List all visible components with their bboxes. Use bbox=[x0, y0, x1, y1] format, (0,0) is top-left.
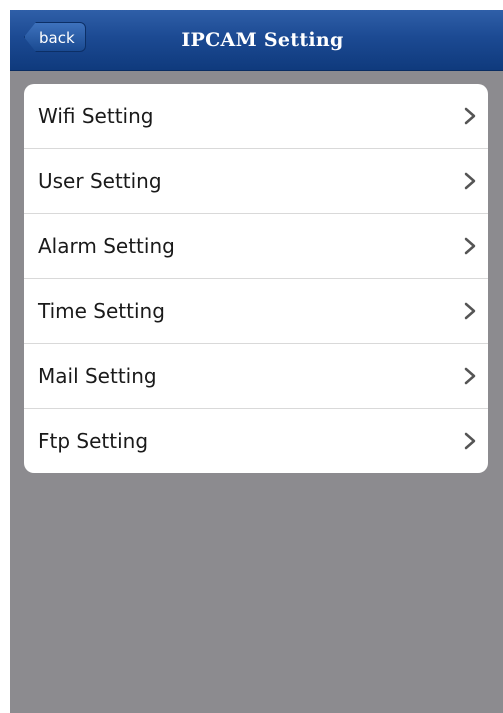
chevron-right-icon bbox=[464, 367, 476, 385]
chevron-right-icon bbox=[464, 107, 476, 125]
list-item-label: Time Setting bbox=[38, 299, 165, 323]
list-item-label: Mail Setting bbox=[38, 364, 157, 388]
list-item-wifi-setting[interactable]: Wifi Setting bbox=[24, 84, 488, 149]
list-item-label: Wifi Setting bbox=[38, 104, 154, 128]
settings-list: Wifi Setting User Setting Alarm Setting … bbox=[24, 84, 488, 473]
chevron-right-icon bbox=[464, 237, 476, 255]
list-item-label: User Setting bbox=[38, 169, 162, 193]
list-item-mail-setting[interactable]: Mail Setting bbox=[24, 344, 488, 409]
list-item-ftp-setting[interactable]: Ftp Setting bbox=[24, 409, 488, 473]
navigation-bar: back IPCAM Setting bbox=[10, 10, 503, 71]
chevron-right-icon bbox=[464, 432, 476, 450]
chevron-right-icon bbox=[464, 172, 476, 190]
list-item-alarm-setting[interactable]: Alarm Setting bbox=[24, 214, 488, 279]
list-item-time-setting[interactable]: Time Setting bbox=[24, 279, 488, 344]
list-item-label: Alarm Setting bbox=[38, 234, 175, 258]
list-item-label: Ftp Setting bbox=[38, 429, 149, 453]
chevron-right-icon bbox=[464, 302, 476, 320]
list-item-user-setting[interactable]: User Setting bbox=[24, 149, 488, 214]
page-title: IPCAM Setting bbox=[181, 29, 344, 51]
app-screen: back IPCAM Setting Wifi Setting User Set… bbox=[10, 10, 503, 713]
